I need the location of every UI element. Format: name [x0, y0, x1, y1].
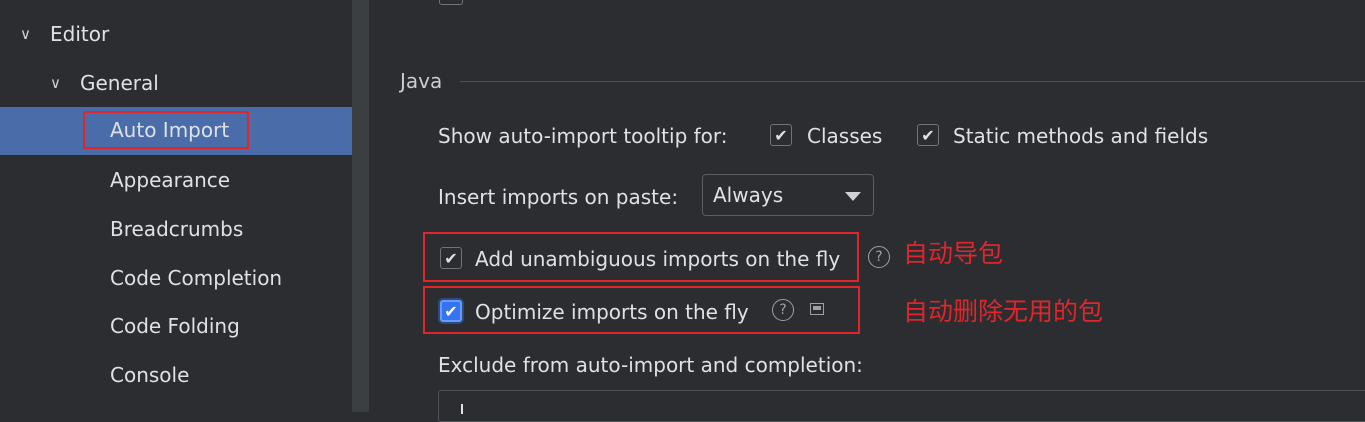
section-title-java: Java: [400, 69, 443, 93]
help-icon[interactable]: ?: [868, 246, 890, 268]
section-separator: [460, 81, 1365, 82]
paste-label: Insert imports on paste:: [438, 185, 679, 209]
exclude-list[interactable]: [438, 390, 1365, 422]
optimize-imports-label: Optimize imports on the fly: [475, 300, 749, 324]
exclude-label: Exclude from auto-import and completion:: [438, 353, 863, 377]
help-icon[interactable]: ?: [772, 299, 794, 321]
paste-dropdown-value: Always: [713, 183, 784, 207]
tree-item-appearance[interactable]: Appearance: [0, 156, 369, 204]
optimize-imports-checkbox[interactable]: ✔: [440, 300, 462, 322]
settings-panel: Java Show auto-import tooltip for: ✔ Cla…: [369, 0, 1365, 422]
tree-item-label: Editor: [50, 22, 110, 46]
window-icon[interactable]: [810, 303, 824, 315]
tree-item-label: Console: [110, 363, 190, 387]
tree-item-console[interactable]: Console: [0, 351, 369, 399]
tree-item-code-folding[interactable]: Code Folding: [0, 302, 369, 350]
checkbox-partial[interactable]: [439, 0, 463, 5]
tree-item-label: General: [80, 71, 159, 95]
checkmark-icon: ✔: [444, 301, 458, 321]
chevron-down-icon[interactable]: ∨: [20, 25, 38, 43]
text-caret: [461, 404, 463, 414]
classes-checkbox[interactable]: ✔: [770, 124, 792, 146]
annotation-auto-remove: 自动删除无用的包: [903, 297, 1104, 326]
classes-label: Classes: [807, 124, 883, 148]
dropdown-arrow-icon: [845, 192, 861, 201]
settings-sidebar: ∨ Editor ∨ General Auto Import Appearanc…: [0, 0, 369, 412]
tree-item-breadcrumbs[interactable]: Breadcrumbs: [0, 205, 369, 253]
checkmark-icon: ✔: [444, 248, 458, 268]
tree-item-label: Appearance: [110, 168, 231, 192]
tree-item-code-completion[interactable]: Code Completion: [0, 254, 369, 302]
add-unambiguous-checkbox[interactable]: ✔: [440, 247, 462, 269]
tree-item-label: Auto Import: [83, 111, 249, 149]
checkmark-icon: ✔: [921, 125, 935, 145]
tree-item-label: Code Completion: [110, 266, 283, 290]
static-methods-checkbox[interactable]: ✔: [917, 124, 939, 146]
tooltip-label: Show auto-import tooltip for:: [438, 124, 728, 148]
paste-dropdown[interactable]: Always: [702, 174, 874, 216]
tree-item-label: Breadcrumbs: [110, 217, 244, 241]
tree-item-label: Code Folding: [110, 314, 240, 338]
checkmark-icon: ✔: [774, 125, 788, 145]
chevron-down-icon[interactable]: ∨: [50, 74, 68, 92]
tree-item-editor[interactable]: ∨ Editor: [0, 10, 369, 58]
add-unambiguous-label: Add unambiguous imports on the fly: [475, 247, 841, 271]
static-methods-label: Static methods and fields: [953, 124, 1209, 148]
tree-item-auto-import[interactable]: Auto Import: [0, 107, 369, 155]
sidebar-scrollbar[interactable]: [352, 0, 369, 412]
annotation-auto-import: 自动导包: [903, 239, 1004, 268]
tree-item-general[interactable]: ∨ General: [0, 59, 369, 107]
